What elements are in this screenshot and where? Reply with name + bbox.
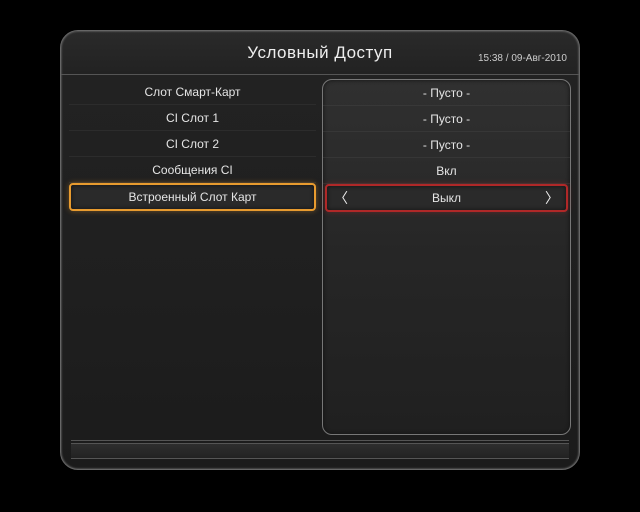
menu-item-smartcard-slot[interactable]: Слот Смарт-Карт xyxy=(69,79,316,105)
value-ci-slot-2: - Пусто - xyxy=(323,132,570,158)
datetime-label: 15:38 / 09-Авг-2010 xyxy=(478,53,567,64)
value-ci-messages: Вкл xyxy=(323,158,570,184)
menu-item-ci-slot-1[interactable]: CI Слот 1 xyxy=(69,105,316,131)
menu-item-builtin-card-slot[interactable]: Встроенный Слот Карт xyxy=(69,183,316,211)
value-builtin-card-slot[interactable]: 〈 Выкл 〉 xyxy=(325,184,568,212)
panel-footer xyxy=(71,443,569,459)
chevron-right-icon[interactable]: 〉 xyxy=(542,186,562,210)
value-smartcard-slot: - Пусто - xyxy=(323,80,570,106)
menu-item-ci-messages[interactable]: Сообщения CI xyxy=(69,157,316,183)
menu-values-column: - Пусто - - Пусто - - Пусто - Вкл 〈 Выкл… xyxy=(322,79,571,435)
panel-header: Условный Доступ 15:38 / 09-Авг-2010 xyxy=(61,31,579,75)
selected-value-text: Выкл xyxy=(432,191,461,205)
settings-panel: Условный Доступ 15:38 / 09-Авг-2010 Слот… xyxy=(60,30,580,470)
panel-content: Слот Смарт-Карт CI Слот 1 CI Слот 2 Сооб… xyxy=(61,75,579,435)
menu-labels-column: Слот Смарт-Карт CI Слот 1 CI Слот 2 Сооб… xyxy=(69,79,316,435)
value-ci-slot-1: - Пусто - xyxy=(323,106,570,132)
chevron-left-icon[interactable]: 〈 xyxy=(331,186,351,210)
menu-item-ci-slot-2[interactable]: CI Слот 2 xyxy=(69,131,316,157)
